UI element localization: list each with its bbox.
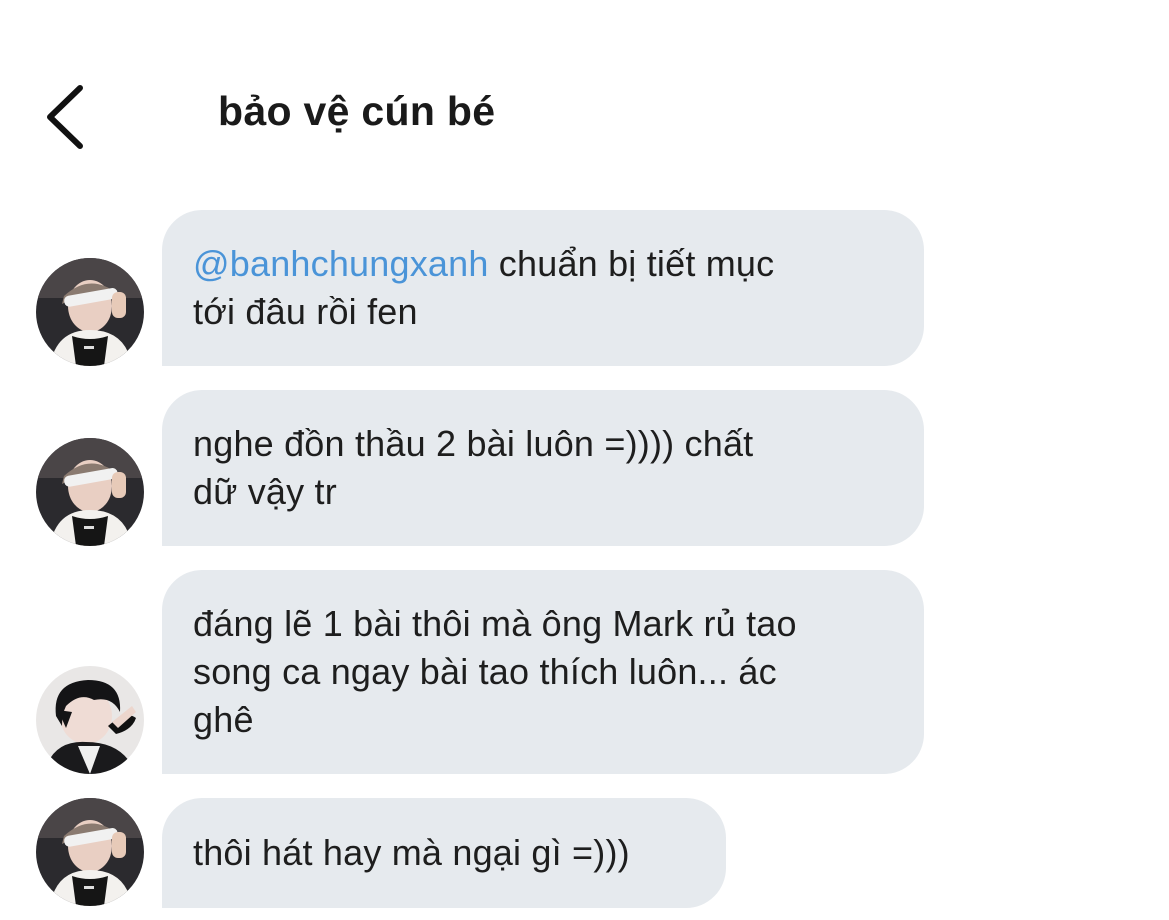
- message-row: đáng lẽ 1 bài thôi mà ông Mark rủ tao so…: [0, 570, 1169, 774]
- message-row: @banhchungxanh chuẩn bị tiết mục tới đâu…: [0, 210, 1169, 366]
- chat-screen: bảo vệ cún bé @banhchungxanh chuẩn bị ti…: [0, 0, 1169, 920]
- avatar[interactable]: [36, 798, 144, 906]
- chevron-left-icon: [47, 85, 83, 149]
- chat-header: bảo vệ cún bé: [0, 60, 1169, 170]
- avatar[interactable]: [36, 258, 144, 366]
- message-bubble[interactable]: thôi hát hay mà ngại gì =))): [162, 798, 726, 908]
- message-bubble[interactable]: nghe đồn thầu 2 bài luôn =)))) chất dữ v…: [162, 390, 924, 546]
- message-row: thôi hát hay mà ngại gì =))): [0, 798, 1169, 908]
- avatar[interactable]: [36, 438, 144, 546]
- message-bubble[interactable]: @banhchungxanh chuẩn bị tiết mục tới đâu…: [162, 210, 924, 366]
- chat-title: bảo vệ cún bé: [218, 88, 496, 134]
- back-button[interactable]: [30, 82, 100, 152]
- message-text: nghe đồn thầu 2 bài luôn =)))) chất: [193, 423, 754, 464]
- message-text: song ca ngay bài tao thích luôn... ác: [193, 651, 777, 692]
- message-text: thôi hát hay mà ngại gì =))): [193, 832, 630, 873]
- message-text: ghê: [193, 699, 254, 740]
- message-text: tới đâu rồi fen: [193, 291, 418, 332]
- avatar[interactable]: [36, 666, 144, 774]
- message-row: nghe đồn thầu 2 bài luôn =)))) chất dữ v…: [0, 390, 1169, 546]
- message-bubble[interactable]: đáng lẽ 1 bài thôi mà ông Mark rủ tao so…: [162, 570, 924, 774]
- message-text: đáng lẽ 1 bài thôi mà ông Mark rủ tao: [193, 603, 797, 644]
- message-text: @banhchungxanh chuẩn bị tiết mục: [193, 243, 775, 284]
- message-text: dữ vậy tr: [193, 471, 337, 512]
- user-mention[interactable]: @banhchungxanh: [193, 243, 489, 284]
